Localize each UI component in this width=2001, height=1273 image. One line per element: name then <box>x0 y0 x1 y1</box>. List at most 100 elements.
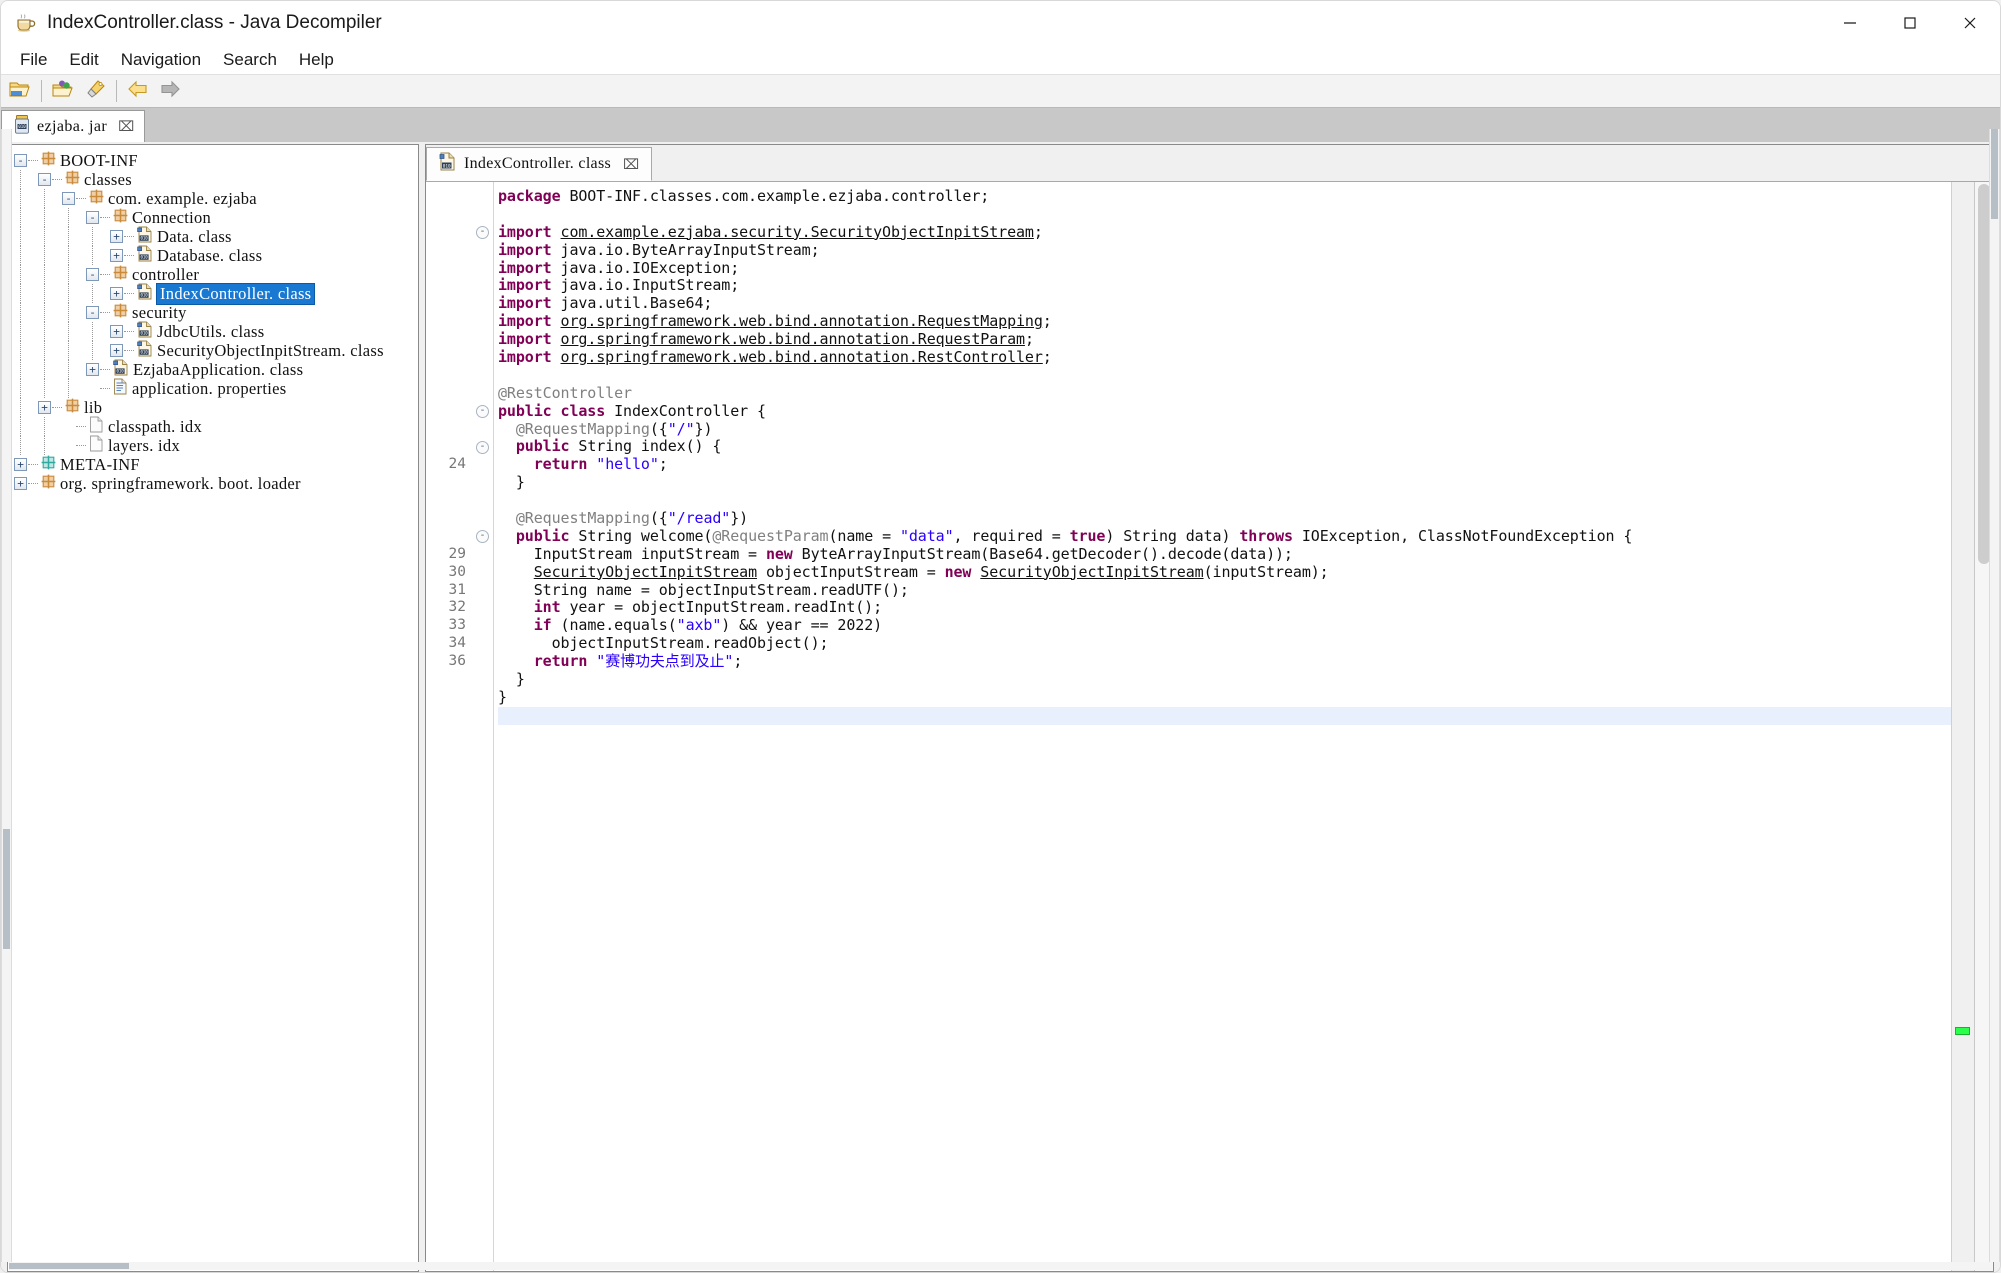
tree-node-ezjabaapplication-class[interactable]: +010EzjabaApplication. class <box>14 360 418 379</box>
code-token-lnk[interactable]: com.example.ezjaba.security.SecurityObje… <box>561 223 1034 241</box>
window-right-scrollbar[interactable] <box>1989 129 2000 1262</box>
code-line[interactable] <box>498 492 1951 510</box>
menu-item-navigation[interactable]: Navigation <box>110 48 212 72</box>
tree-expand-icon[interactable]: + <box>14 477 27 490</box>
window-left-scrollbar[interactable] <box>1 129 12 1262</box>
code-line[interactable]: @RestController <box>498 385 1951 403</box>
code-folding-column[interactable]: - - - - <box>472 182 494 1271</box>
open-type-button[interactable] <box>48 77 78 105</box>
code-line[interactable]: int year = objectInputStream.readInt(); <box>498 599 1951 617</box>
tree-expand-icon[interactable]: + <box>14 458 27 471</box>
code-line[interactable]: String name = objectInputStream.readUTF(… <box>498 582 1951 600</box>
tree-collapse-icon[interactable]: - <box>38 173 51 186</box>
tree-node-controller[interactable]: -controller <box>14 265 418 284</box>
code-line[interactable] <box>498 206 1951 224</box>
tree-node-securityobjectinpitstream-class[interactable]: +010SecurityObjectInpitStream. class <box>14 341 418 360</box>
fold-toggle[interactable]: - <box>472 438 493 456</box>
code-line[interactable]: public String index() { <box>498 438 1951 456</box>
tree-node-layers-idx[interactable]: layers. idx <box>14 436 418 455</box>
code-line[interactable]: import org.springframework.web.bind.anno… <box>498 349 1951 367</box>
tree-node-classes[interactable]: -classes <box>14 170 418 189</box>
fold-toggle[interactable]: - <box>472 403 493 421</box>
tree-expand-icon[interactable]: + <box>110 325 123 338</box>
window-horizontal-scrollbar-thumb[interactable] <box>9 1263 129 1269</box>
tree-node-meta-inf[interactable]: +META-INF <box>14 455 418 474</box>
fold-collapse-icon[interactable]: - <box>476 405 489 418</box>
fold-collapse-icon[interactable]: - <box>476 441 489 454</box>
fold-toggle[interactable]: - <box>472 528 493 546</box>
tree-node-lib[interactable]: +lib <box>14 398 418 417</box>
code-line[interactable]: @RequestMapping({"/"}) <box>498 421 1951 439</box>
back-button[interactable] <box>123 77 153 105</box>
tree-node-classpath-idx[interactable]: classpath. idx <box>14 417 418 436</box>
source-code-area[interactable]: package BOOT-INF.classes.com.example.ezj… <box>494 182 1951 1271</box>
tree-node-application-properties[interactable]: application. properties <box>14 379 418 398</box>
menu-item-edit[interactable]: Edit <box>58 48 109 72</box>
editor-tab-close-icon[interactable]: ⌧ <box>623 156 639 173</box>
forward-button[interactable] <box>155 77 185 105</box>
code-line[interactable]: import java.io.InputStream; <box>498 277 1951 295</box>
maximize-button[interactable] <box>1880 1 1940 45</box>
overview-ruler[interactable] <box>1951 182 1974 1271</box>
code-token-lnk[interactable]: org.springframework.web.bind.annotation.… <box>561 330 1025 348</box>
code-token-lnk[interactable]: org.springframework.web.bind.annotation.… <box>561 312 1043 330</box>
code-line[interactable]: } <box>498 689 1951 707</box>
tree-node-data-class[interactable]: +010Data. class <box>14 227 418 246</box>
tree-node-com-example-ezjaba[interactable]: -com. example. ezjaba <box>14 189 418 208</box>
tree-expand-icon[interactable]: + <box>86 363 99 376</box>
close-button[interactable] <box>1940 1 2000 45</box>
tree-node-database-class[interactable]: +010Database. class <box>14 246 418 265</box>
code-line[interactable]: import org.springframework.web.bind.anno… <box>498 313 1951 331</box>
tree-node-indexcontroller-class[interactable]: +010IndexController. class <box>14 284 418 303</box>
code-line[interactable]: import java.util.Base64; <box>498 295 1951 313</box>
tree-node-connection[interactable]: -Connection <box>14 208 418 227</box>
overview-marker[interactable] <box>1955 1027 1970 1035</box>
code-line[interactable]: @RequestMapping({"/read"}) <box>498 510 1951 528</box>
code-line[interactable]: } <box>498 671 1951 689</box>
menu-item-search[interactable]: Search <box>212 48 288 72</box>
code-line[interactable]: InputStream inputStream = new ByteArrayI… <box>498 546 1951 564</box>
editor-tab-indexcontroller[interactable]: 010 IndexController. class ⌧ <box>426 147 652 181</box>
tree-collapse-icon[interactable]: - <box>86 306 99 319</box>
tree-collapse-icon[interactable]: - <box>14 154 27 167</box>
code-line[interactable]: import org.springframework.web.bind.anno… <box>498 331 1951 349</box>
code-line[interactable]: return "赛博功夫点到及止"; <box>498 653 1951 671</box>
code-line[interactable]: public class IndexController { <box>498 403 1951 421</box>
tree-node-boot-inf[interactable]: -BOOT-INF <box>14 151 418 170</box>
code-line[interactable]: SecurityObjectInpitStream objectInputStr… <box>498 564 1951 582</box>
code-line[interactable]: import java.io.IOException; <box>498 260 1951 278</box>
package-explorer-tree[interactable]: -BOOT-INF-classes-com. example. ezjaba-C… <box>7 144 419 1272</box>
open-type-hierarchy-button[interactable] <box>80 77 110 105</box>
fold-collapse-icon[interactable]: - <box>476 226 489 239</box>
code-line[interactable]: } <box>498 474 1951 492</box>
code-line[interactable]: objectInputStream.readObject(); <box>498 635 1951 653</box>
code-token-lnk[interactable]: SecurityObjectInpitStream <box>534 563 757 581</box>
code-line[interactable]: if (name.equals("axb") && year == 2022) <box>498 617 1951 635</box>
window-right-scrollbar-thumb[interactable] <box>1991 129 1998 219</box>
code-line[interactable] <box>498 367 1951 385</box>
code-editor[interactable]: 2429303132333436 ---- package BOOT-INF.c… <box>426 182 1993 1271</box>
tree-collapse-icon[interactable]: - <box>62 192 75 205</box>
menu-item-file[interactable]: File <box>9 48 58 72</box>
window-horizontal-scrollbar[interactable] <box>9 1262 1992 1270</box>
code-line[interactable] <box>498 707 1951 725</box>
tree-expand-icon[interactable]: + <box>38 401 51 414</box>
code-line[interactable]: public String welcome(@RequestParam(name… <box>498 528 1951 546</box>
code-line[interactable]: return "hello"; <box>498 456 1951 474</box>
code-line[interactable]: import com.example.ezjaba.security.Secur… <box>498 224 1951 242</box>
tree-expand-icon[interactable]: + <box>110 287 123 300</box>
tree-expand-icon[interactable]: + <box>110 230 123 243</box>
tree-expand-icon[interactable]: + <box>110 249 123 262</box>
tree-node-org-springframework-boot-loader[interactable]: +org. springframework. boot. loader <box>14 474 418 493</box>
tree-node-security[interactable]: -security <box>14 303 418 322</box>
code-token-lnk[interactable]: SecurityObjectInpitStream <box>980 563 1203 581</box>
code-token-lnk[interactable]: org.springframework.web.bind.annotation.… <box>561 348 1043 366</box>
minimize-button[interactable] <box>1820 1 1880 45</box>
tree-expand-icon[interactable]: + <box>110 344 123 357</box>
open-file-button[interactable] <box>5 77 35 105</box>
tree-collapse-icon[interactable]: - <box>86 211 99 224</box>
code-line[interactable]: package BOOT-INF.classes.com.example.ezj… <box>498 188 1951 206</box>
menu-item-help[interactable]: Help <box>288 48 345 72</box>
tree-node-jdbcutils-class[interactable]: +010JdbcUtils. class <box>14 322 418 341</box>
tree-collapse-icon[interactable]: - <box>86 268 99 281</box>
